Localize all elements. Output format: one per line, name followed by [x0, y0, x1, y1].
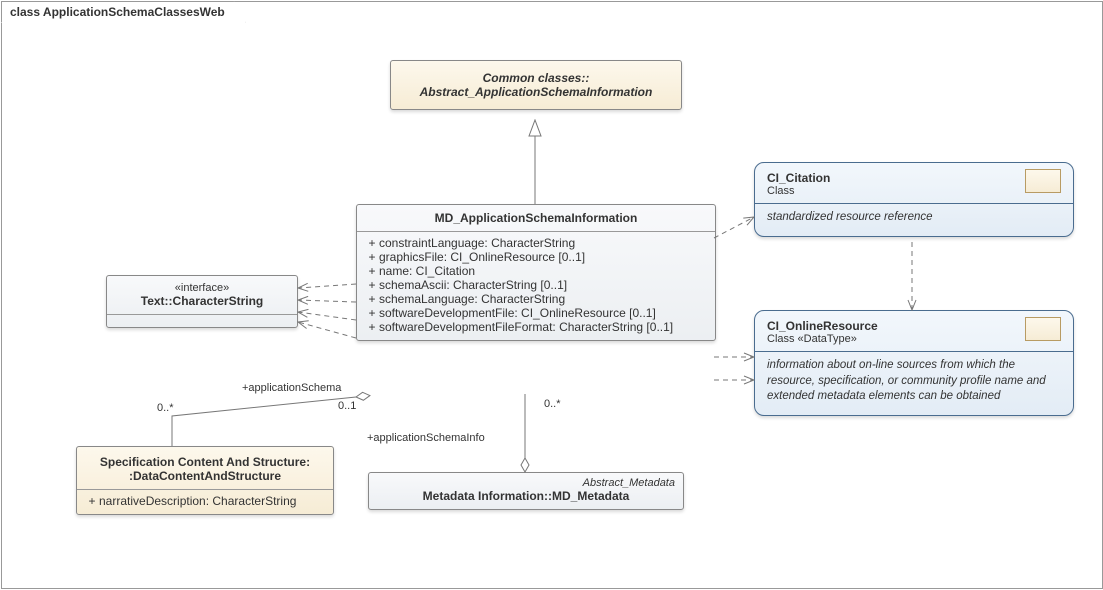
diagram-frame: class ApplicationSchemaClassesWeb Common… [1, 1, 1103, 589]
label-app-schema-info-role: +applicationSchemaInfo [367, 432, 485, 444]
abstract-asi-ns: Common classes:: [399, 71, 673, 85]
ci-citation-desc: standardized resource reference [755, 204, 1073, 236]
diagram-title: class ApplicationSchemaClassesWeb [10, 5, 225, 19]
ci-citation-kind: Class [767, 185, 1061, 197]
spec-content-title1: Specification Content And Structure: [83, 455, 327, 469]
spec-content-attr: +narrativeDescription: CharacterString [85, 494, 325, 508]
md-metadata-role: Abstract_Metadata [369, 473, 683, 489]
class-ci-citation: CI_Citation Class standardized resource … [754, 162, 1074, 237]
md-asi-attr: +schemaAscii: CharacterString [0..1] [365, 278, 707, 292]
ci-online-kind: Class «DataType» [767, 333, 1061, 345]
ci-online-name: CI_OnlineResource [767, 319, 878, 333]
class-abstract-asi: Common classes:: Abstract_ApplicationSch… [390, 60, 682, 110]
class-spec-content: Specification Content And Structure: :Da… [76, 446, 334, 515]
characterstring-title: Text::CharacterString [107, 294, 297, 314]
class-md-metadata: Abstract_Metadata Metadata Information::… [368, 472, 684, 510]
characterstring-stereo: «interface» [107, 276, 297, 294]
md-asi-attr: +schemaLanguage: CharacterString [365, 292, 707, 306]
label-mult-near: 0..1 [338, 400, 356, 412]
ci-citation-name: CI_Citation [767, 171, 830, 185]
color-swatch [1025, 169, 1061, 193]
diagram-title-tab: class ApplicationSchemaClassesWeb [1, 1, 246, 23]
color-swatch [1025, 317, 1061, 341]
md-asi-attributes: +constraintLanguage: CharacterString+gra… [357, 232, 715, 340]
md-asi-attr: +graphicsFile: CI_OnlineResource [0..1] [365, 250, 707, 264]
label-app-schema-role: +applicationSchema [242, 382, 341, 394]
label-app-schema-info-mult: 0..* [544, 398, 561, 410]
md-metadata-title: Metadata Information::MD_Metadata [369, 489, 683, 509]
md-asi-attr: +softwareDevelopmentFile: CI_OnlineResou… [365, 306, 707, 320]
spec-content-title2: :DataContentAndStructure [83, 469, 327, 483]
class-ci-onlineresource: CI_OnlineResource Class «DataType» infor… [754, 310, 1074, 416]
md-asi-attr: +constraintLanguage: CharacterString [365, 236, 707, 250]
md-asi-title: MD_ApplicationSchemaInformation [357, 205, 715, 231]
ci-online-desc: information about on-line sources from w… [755, 352, 1073, 415]
class-characterstring: «interface» Text::CharacterString [106, 275, 298, 328]
abstract-asi-name: Abstract_ApplicationSchemaInformation [399, 85, 673, 99]
md-asi-attr: +softwareDevelopmentFileFormat: Characte… [365, 320, 707, 334]
md-asi-attr: +name: CI_Citation [365, 264, 707, 278]
class-md-asi: MD_ApplicationSchemaInformation +constra… [356, 204, 716, 341]
label-mult-far: 0..* [157, 402, 174, 414]
